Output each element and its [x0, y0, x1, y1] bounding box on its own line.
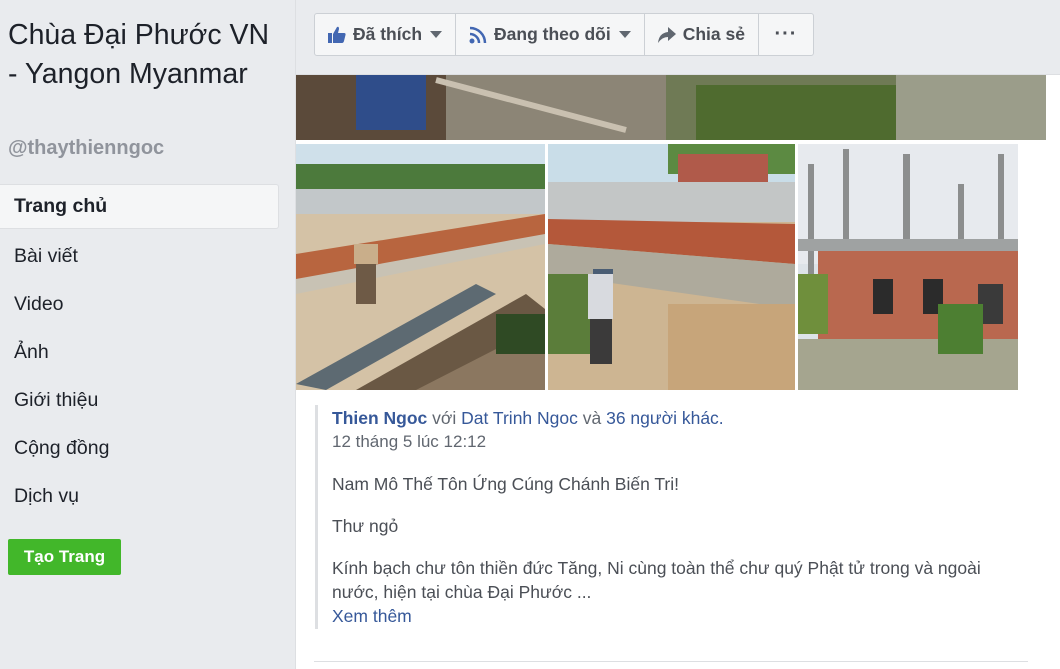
with-word: với [432, 408, 457, 428]
create-page-button[interactable]: Tạo Trang [8, 539, 121, 575]
share-arrow-icon [657, 26, 676, 43]
left-sidebar: Chùa Đại Phước VN - Yangon Myanmar @thay… [0, 0, 296, 669]
page-action-bar: Đã thích Đang theo dõi Chia sẻ ··· [314, 13, 814, 56]
post-photo-top[interactable] [296, 75, 1046, 140]
page-username[interactable]: @thaythienngoc [8, 137, 164, 160]
rss-icon [469, 26, 487, 44]
divider [314, 661, 1028, 662]
nav-item-photos[interactable]: Ảnh [0, 328, 279, 376]
and-word: và [582, 408, 602, 428]
page-title[interactable]: Chùa Đại Phước VN - Yangon Myanmar [8, 16, 278, 94]
post-authors: Thien Ngoc với Dat Trinh Ngoc và 36 ngườ… [332, 406, 1035, 430]
following-label: Đang theo dõi [494, 24, 611, 44]
nav-item-community[interactable]: Cộng đồng [0, 424, 279, 472]
liked-label: Đã thích [353, 24, 423, 44]
post-paragraph: Thư ngỏ [332, 516, 399, 536]
nav-item-services[interactable]: Dịch vụ [0, 472, 279, 520]
following-button[interactable]: Đang theo dõi [456, 14, 645, 55]
post-photo-1[interactable] [296, 144, 545, 390]
nav-item-home[interactable]: Trang chủ [0, 184, 279, 229]
chevron-down-icon [618, 31, 631, 38]
tagged-user-link[interactable]: Dat Trinh Ngoc [461, 408, 578, 428]
post-paragraph: Nam Mô Thế Tôn Ứng Cúng Chánh Biến Tri! [332, 474, 679, 494]
post-paragraph: Kính bạch chư tôn thiền đức Tăng, Ni cùn… [332, 558, 981, 602]
see-more-link[interactable]: Xem thêm [332, 604, 1035, 628]
post-timestamp[interactable]: 12 tháng 5 lúc 12:12 [332, 430, 1035, 454]
nav-item-posts[interactable]: Bài viết [0, 232, 279, 280]
share-button[interactable]: Chia sẻ [645, 14, 759, 55]
post-content: Thien Ngoc với Dat Trinh Ngoc và 36 ngườ… [315, 405, 1035, 629]
page-nav: Trang chủ Bài viết Video Ảnh Giới thiệu … [0, 184, 279, 520]
liked-button[interactable]: Đã thích [315, 14, 457, 55]
share-label: Chia sẻ [682, 24, 745, 44]
nav-item-about[interactable]: Giới thiệu [0, 376, 279, 424]
others-link[interactable]: 36 người khác. [606, 408, 724, 428]
author-link[interactable]: Thien Ngoc [332, 408, 427, 428]
more-options-button[interactable]: ··· [759, 14, 813, 55]
thumbs-up-icon [328, 26, 346, 43]
nav-item-videos[interactable]: Video [0, 280, 279, 328]
post-photo-2[interactable] [548, 144, 795, 390]
chevron-down-icon [430, 31, 443, 38]
post-photo-3[interactable] [798, 144, 1018, 390]
